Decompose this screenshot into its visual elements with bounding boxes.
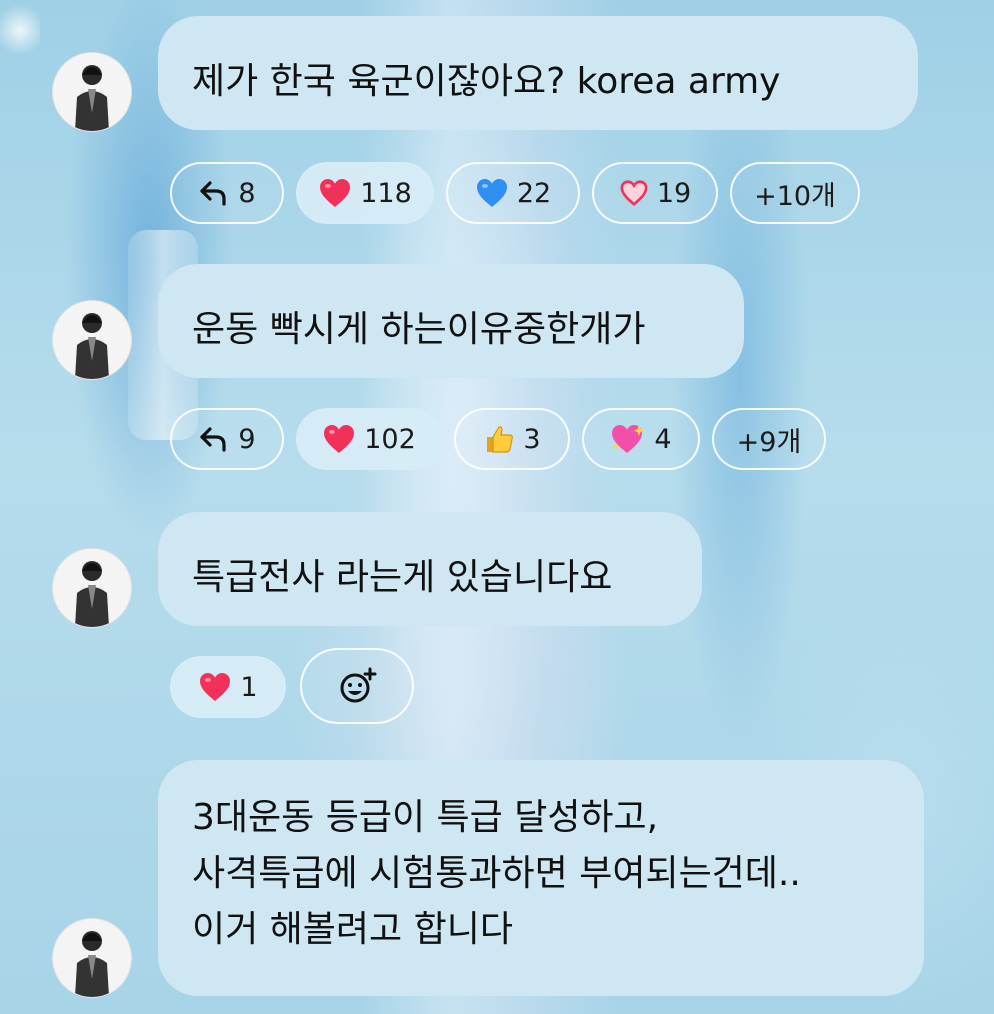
- reaction-count: 9: [238, 423, 256, 455]
- message-bubble[interactable]: 제가 한국 육군이잖아요? korea army: [158, 16, 918, 130]
- more-reactions-chip[interactable]: +10개: [730, 162, 860, 224]
- avatar[interactable]: [52, 548, 132, 628]
- avatar[interactable]: [52, 52, 132, 132]
- reaction-count: 3: [523, 423, 541, 455]
- avatar[interactable]: [52, 300, 132, 380]
- message-text: 특급전사 라는게 있습니다요: [192, 557, 613, 598]
- reaction-chip-sparkling-heart[interactable]: 4: [582, 408, 700, 470]
- outlined-heart-icon: [619, 180, 649, 206]
- reaction-chip-thumbs-up[interactable]: 3: [454, 408, 570, 470]
- reaction-chip-heart[interactable]: 118: [296, 162, 434, 224]
- reply-icon: [198, 179, 230, 207]
- reaction-count: 118: [360, 177, 412, 209]
- add-reaction-button[interactable]: [300, 648, 414, 724]
- reply-count-chip[interactable]: 9: [170, 408, 284, 470]
- reaction-count: 1: [240, 671, 258, 703]
- add-emoji-icon: [337, 666, 377, 706]
- reaction-chip-blue-heart[interactable]: 22: [446, 162, 580, 224]
- message-bubble[interactable]: 3대운동 등급이 특급 달성하고, 사격특급에 시험통과하면 부여되는건데.. …: [158, 760, 924, 996]
- message-text-line: 이거 해볼려고 합니다: [192, 909, 513, 950]
- reaction-count: 19: [656, 177, 692, 209]
- message-text: 운동 빡시게 하는이유중한개가: [192, 309, 646, 350]
- red-heart-icon: [322, 424, 356, 454]
- reaction-count: 4: [654, 423, 672, 455]
- more-reactions-chip[interactable]: +9개: [712, 408, 826, 470]
- reply-count-chip[interactable]: 8: [170, 162, 284, 224]
- reaction-count: 8: [238, 177, 256, 209]
- message-text: 제가 한국 육군이잖아요? korea army: [192, 61, 781, 102]
- reaction-chip-outlined-heart[interactable]: 19: [592, 162, 718, 224]
- message-text-line: 사격특급에 시험통과하면 부여되는건데..: [192, 853, 801, 894]
- reaction-chip-heart[interactable]: 102: [296, 408, 442, 470]
- avatar[interactable]: [52, 918, 132, 998]
- sparkling-heart-icon: [610, 423, 646, 455]
- reaction-chip-heart[interactable]: 1: [170, 656, 286, 718]
- reaction-count: 102: [364, 423, 416, 455]
- red-heart-icon: [198, 672, 232, 702]
- reply-icon: [198, 425, 230, 453]
- message-bubble[interactable]: 특급전사 라는게 있습니다요: [158, 512, 702, 626]
- red-heart-icon: [318, 178, 352, 208]
- more-reactions-label: +10개: [754, 180, 836, 212]
- thumbs-up-icon: [483, 423, 515, 455]
- message-text-line: 3대운동 등급이 특급 달성하고,: [192, 797, 659, 838]
- message-bubble[interactable]: 운동 빡시게 하는이유중한개가: [158, 264, 744, 378]
- more-reactions-label: +9개: [736, 426, 802, 458]
- blue-heart-icon: [475, 178, 509, 208]
- reaction-count: 22: [516, 177, 552, 209]
